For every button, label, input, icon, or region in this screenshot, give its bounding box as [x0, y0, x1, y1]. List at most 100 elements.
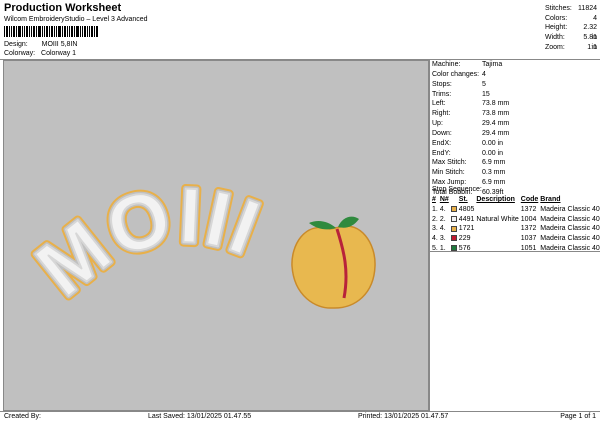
- height-label: Height:: [545, 24, 568, 32]
- detail-label: Stops:: [432, 80, 452, 88]
- height-value: 2.32 in: [583, 24, 597, 42]
- table-row: 3. 4. 1721 1372 Madeira Classic 40: [431, 224, 600, 234]
- detail-row: Down: 29.4 mm: [432, 129, 598, 139]
- color-swatch: [450, 224, 458, 234]
- row-description: [475, 234, 519, 244]
- width-label: Width:: [545, 34, 565, 42]
- design-preview: MOIII MOIII MOIII: [3, 60, 429, 411]
- detail-value: 6.9 mm: [482, 179, 506, 187]
- col-brand: Brand: [540, 196, 561, 203]
- detail-row: Right: 73.8 mm: [432, 109, 598, 119]
- col-swatch: [450, 195, 458, 205]
- created-by: Created By:: [4, 413, 41, 420]
- detail-row: Max Stitch: 6.9 mm: [432, 158, 598, 168]
- detail-label: Max Stitch:: [432, 159, 467, 167]
- table-row: 2. 2. 4491 Natural White 1004 Madeira Classic…: [431, 215, 600, 225]
- detail-value: 15: [482, 90, 490, 98]
- detail-value: 5: [482, 80, 486, 88]
- row-brand: Madeira Classic 40: [540, 205, 600, 213]
- col-needle: N#: [439, 196, 449, 203]
- row-brand: Madeira Classic 40: [540, 235, 600, 243]
- row-needle: 2.: [439, 215, 446, 223]
- detail-value: 73.8 mm: [482, 110, 510, 118]
- color-swatch: [450, 234, 458, 244]
- detail-label: Color changes:: [432, 70, 480, 78]
- row-stitches: 4491: [458, 215, 475, 223]
- color-swatch: [450, 244, 458, 254]
- row-stitches: 229: [458, 235, 471, 243]
- row-needle: 1.: [439, 244, 446, 252]
- barcode: [4, 26, 98, 37]
- detail-value: 0.00 in: [482, 149, 504, 157]
- detail-row: EndX: 0.00 in: [432, 139, 598, 149]
- embroidery-artwork: MOIII MOIII MOIII: [16, 166, 376, 317]
- col-index: #: [432, 196, 436, 203]
- row-index: 4.: [432, 235, 438, 243]
- row-brand: Madeira Classic 40: [540, 215, 600, 223]
- row-index: 3.: [432, 225, 438, 233]
- printed-date: Printed: 13/01/2025 01.47.57: [358, 413, 449, 420]
- row-index: 5.: [432, 244, 438, 252]
- table-row: 5. 1. 576 1051 Madeira Classic 40: [431, 244, 600, 254]
- row-needle: 3.: [439, 235, 446, 243]
- detail-label: Machine:: [432, 61, 461, 68]
- worksheet-title: Production Worksheet: [4, 2, 122, 14]
- row-description: [475, 205, 519, 215]
- row-code: 1051: [520, 244, 537, 252]
- detail-label: EndX:: [432, 139, 452, 147]
- colorway-label: Colorway:: [4, 50, 36, 57]
- stitches-label: Stitches:: [545, 5, 572, 12]
- detail-value: 29.4 mm: [482, 120, 510, 128]
- detail-row: Left: 73.8 mm: [432, 99, 598, 109]
- design-text: MOIII: [20, 171, 272, 313]
- stop-sequence-table: # N# St. Description Code Brand 1. 4. 4805…: [431, 195, 600, 254]
- design-line: Design: MOIII 5,8IN: [4, 41, 77, 48]
- detail-row: Stops: 5: [432, 80, 598, 90]
- detail-label: Left:: [432, 100, 446, 108]
- detail-value: 6.9 mm: [482, 159, 506, 167]
- row-description: [475, 244, 519, 254]
- detail-row: Machine: Tajima: [432, 60, 598, 70]
- detail-label: Right:: [432, 110, 451, 118]
- zoom-value: 1:1: [587, 43, 597, 51]
- last-saved: Last Saved: 13/01/2025 01.47.55: [148, 413, 252, 420]
- colors-value: 4: [593, 14, 597, 22]
- detail-label: EndY:: [432, 149, 451, 157]
- software-subtitle: Wilcom EmbroideryStudio – Level 3 Advanc…: [4, 16, 148, 23]
- col-stitches: St.: [458, 196, 468, 203]
- panel-divider: [429, 60, 430, 411]
- colorway-line: Colorway: Colorway 1: [4, 50, 76, 57]
- row-stitches: 1721: [458, 225, 475, 233]
- detail-label: Down:: [432, 129, 452, 137]
- stitches-value: 11824: [578, 5, 597, 12]
- colors-label: Colors:: [545, 14, 568, 22]
- detail-value: 0.3 mm: [482, 169, 506, 177]
- detail-row: Color changes: 4: [432, 70, 598, 80]
- row-needle: 4.: [439, 225, 446, 233]
- table-header-row: # N# St. Description Code Brand: [431, 195, 600, 205]
- detail-label: Min Stitch:: [432, 169, 465, 177]
- detail-row: Up: 29.4 mm: [432, 119, 598, 129]
- page-number: Page 1 of 1: [560, 413, 596, 420]
- peach-icon: [291, 216, 376, 309]
- col-code: Code: [520, 196, 539, 203]
- detail-row: EndY: 0.00 in: [432, 149, 598, 159]
- stop-sequence-title: Stop Sequence:: [432, 186, 482, 193]
- row-code: 1372: [520, 205, 537, 213]
- table-row: 1. 4. 4805 1372 Madeira Classic 40: [431, 205, 600, 215]
- row-needle: 4.: [439, 205, 446, 213]
- row-code: 1037: [520, 235, 537, 243]
- row-stitches: 4805: [458, 205, 475, 213]
- row-description: Natural White: [476, 215, 519, 223]
- design-name: MOIII 5,8IN: [41, 41, 78, 48]
- sequence-divider: [430, 251, 600, 252]
- detail-value: 73.8 mm: [482, 100, 510, 108]
- width-value: 5.81 in: [583, 34, 597, 51]
- design-label: Design:: [4, 41, 28, 48]
- row-index: 2.: [432, 215, 438, 223]
- detail-value: 0.00 in: [482, 139, 504, 147]
- detail-row: Min Stitch: 0.3 mm: [432, 168, 598, 178]
- detail-label: Up:: [432, 120, 443, 128]
- color-swatch: [450, 205, 458, 215]
- machine-details: Machine: Tajima Color changes: 4 Stops: 5 Trim…: [432, 60, 598, 198]
